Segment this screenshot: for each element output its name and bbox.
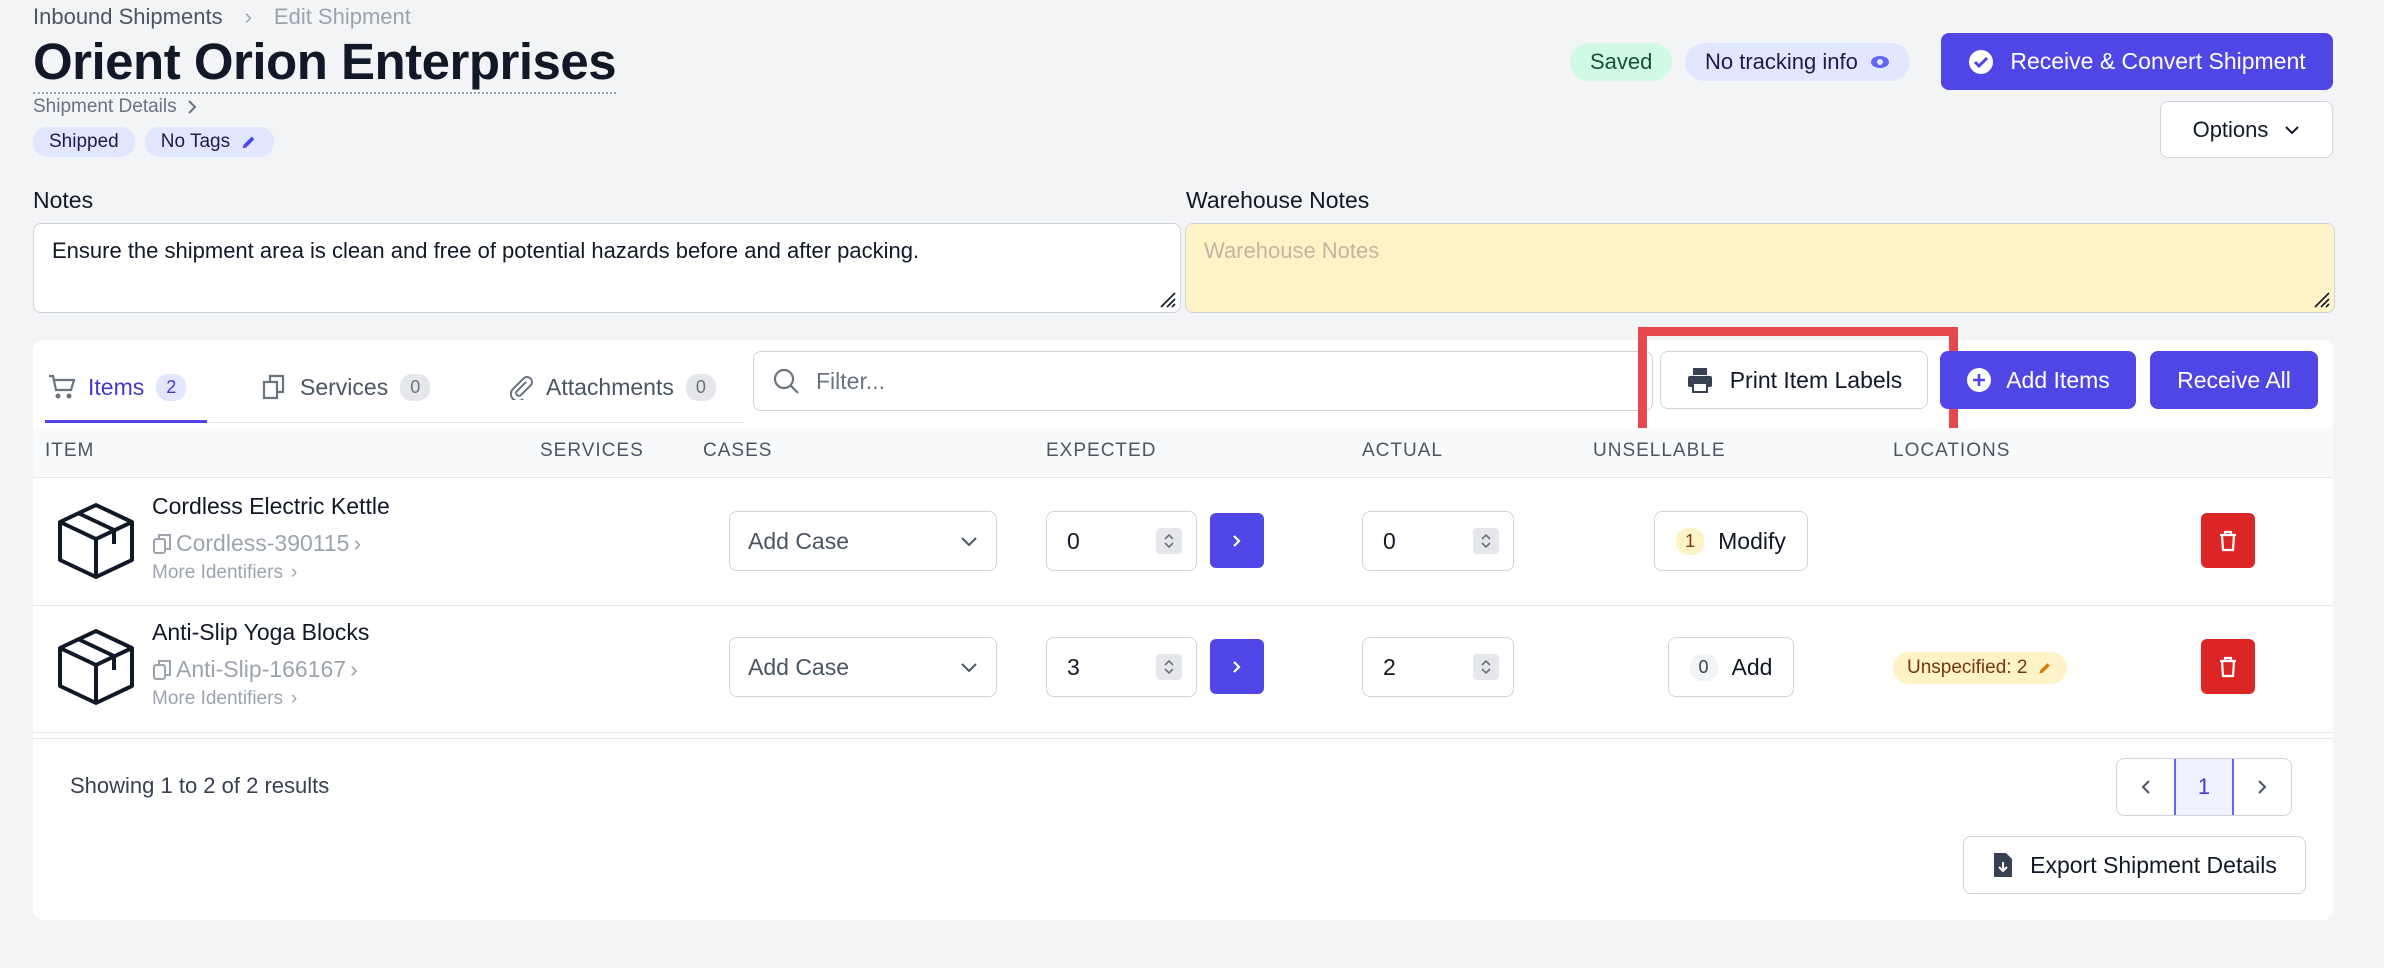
notes-textarea[interactable]: Ensure the shipment area is clean and fr… xyxy=(33,223,1181,313)
receive-convert-button[interactable]: Receive & Convert Shipment xyxy=(1941,33,2333,90)
prev-page-button[interactable] xyxy=(2117,759,2175,815)
results-summary: Showing 1 to 2 of 2 results xyxy=(70,773,330,798)
search-icon xyxy=(773,368,799,394)
chevron-right-icon xyxy=(1233,534,1241,547)
chevron-down-icon xyxy=(961,536,977,546)
item-name[interactable]: Cordless Electric Kettle xyxy=(152,493,390,520)
more-identifiers-link[interactable]: More Identifiers › xyxy=(152,562,297,584)
chevron-right-icon xyxy=(1233,660,1241,673)
chevron-right-icon: › xyxy=(350,656,358,682)
location-badge[interactable]: Unspecified: 2 xyxy=(1893,652,2068,684)
column-header-unsellable: UNSELLABLE xyxy=(1593,440,1726,461)
trash-icon xyxy=(2220,530,2236,551)
tags-button[interactable]: No Tags xyxy=(144,127,275,157)
stepper-icon[interactable] xyxy=(1473,654,1499,680)
apply-expected-button[interactable] xyxy=(1210,639,1264,694)
pagination: 1 xyxy=(2116,758,2292,816)
stepper-icon[interactable] xyxy=(1156,528,1182,554)
receive-all-button[interactable]: Receive All xyxy=(2150,351,2318,409)
row-divider xyxy=(33,732,2333,733)
trash-icon xyxy=(2220,656,2236,677)
plus-circle-icon xyxy=(1967,368,1992,392)
unsellable-count: 1 xyxy=(1676,527,1705,555)
stepper-icon[interactable] xyxy=(1473,528,1499,554)
stepper-icon[interactable] xyxy=(1156,654,1182,680)
chevron-right-icon xyxy=(2258,780,2267,794)
paperclip-icon xyxy=(509,376,533,400)
add-case-select[interactable]: Add Case xyxy=(729,637,997,697)
tab-attachments[interactable]: Attachments 0 xyxy=(508,352,716,422)
chevron-right-icon: › xyxy=(244,4,252,29)
export-shipment-details-button[interactable]: Export Shipment Details xyxy=(1963,836,2306,894)
next-page-button[interactable] xyxy=(2233,759,2291,815)
tracking-badge[interactable]: No tracking info xyxy=(1685,43,1910,81)
row-divider xyxy=(33,738,2333,739)
more-identifiers-link[interactable]: More Identifiers › xyxy=(152,688,297,710)
active-tab-indicator xyxy=(45,420,207,423)
warehouse-notes-textarea[interactable]: Warehouse Notes xyxy=(1185,223,2335,313)
check-circle-icon xyxy=(1969,49,1994,74)
expected-input[interactable]: 3 xyxy=(1046,637,1197,697)
column-header-item: ITEM xyxy=(45,440,95,461)
package-icon xyxy=(58,503,134,579)
notes-label: Notes xyxy=(33,187,94,213)
shopping-cart-icon xyxy=(49,374,76,399)
actual-input[interactable]: 0 xyxy=(1362,511,1514,571)
chevron-right-icon: › xyxy=(290,562,298,583)
chevron-left-icon xyxy=(2141,780,2150,794)
resize-handle-icon[interactable] xyxy=(1156,288,1176,308)
shipment-details-label: Shipment Details xyxy=(33,96,177,117)
options-dropdown[interactable]: Options xyxy=(2160,101,2333,158)
tab-services[interactable]: Services 0 xyxy=(262,352,431,422)
column-header-services: SERVICES xyxy=(540,440,644,461)
delete-row-button[interactable] xyxy=(2201,513,2255,568)
pencil-icon xyxy=(242,136,255,149)
item-name[interactable]: Anti-Slip Yoga Blocks xyxy=(152,619,369,646)
documents-icon xyxy=(262,374,285,400)
item-sku[interactable]: Cordless-390115 › xyxy=(152,530,361,557)
add-case-select[interactable]: Add Case xyxy=(729,511,997,571)
breadcrumb: Inbound Shipments › Edit Shipment xyxy=(33,4,411,30)
delete-row-button[interactable] xyxy=(2201,639,2255,694)
items-panel xyxy=(33,340,2333,920)
chevron-right-icon: › xyxy=(353,530,362,556)
apply-expected-button[interactable] xyxy=(1210,513,1264,568)
add-items-button[interactable]: Add Items xyxy=(1940,351,2136,409)
eye-icon xyxy=(1870,56,1889,68)
breadcrumb-current: Edit Shipment xyxy=(273,4,411,29)
filter-input[interactable]: Filter... xyxy=(753,351,1653,411)
chevron-right-icon: › xyxy=(290,688,298,709)
resize-handle-icon[interactable] xyxy=(2310,288,2330,308)
column-header-actual: ACTUAL xyxy=(1362,440,1443,461)
warehouse-notes-label: Warehouse Notes xyxy=(1186,187,1370,213)
page-title[interactable]: Orient Orion Enterprises xyxy=(33,32,617,94)
shipment-details-link[interactable]: Shipment Details xyxy=(33,96,197,118)
copy-icon xyxy=(153,659,171,680)
pencil-icon xyxy=(2039,663,2051,674)
breadcrumb-parent[interactable]: Inbound Shipments xyxy=(33,4,223,30)
file-download-icon xyxy=(1994,853,2013,877)
status-badge: Shipped xyxy=(33,127,135,157)
row-divider xyxy=(33,605,2333,606)
unsellable-count: 0 xyxy=(1689,653,1718,681)
add-unsellable-button[interactable]: 0 Add xyxy=(1668,637,1794,697)
chevron-down-icon xyxy=(2285,125,2300,134)
page-button-current[interactable]: 1 xyxy=(2174,759,2234,815)
expected-input[interactable]: 0 xyxy=(1046,511,1197,571)
chevron-down-icon xyxy=(961,662,977,672)
saved-badge: Saved xyxy=(1570,43,1673,81)
column-header-cases: CASES xyxy=(703,440,773,461)
tab-items[interactable]: Items 2 xyxy=(48,352,187,422)
actual-input[interactable]: 2 xyxy=(1362,637,1514,697)
column-header-locations: LOCATIONS xyxy=(1893,440,2011,461)
package-icon xyxy=(58,629,134,705)
column-header-expected: EXPECTED xyxy=(1046,440,1157,461)
item-sku[interactable]: Anti-Slip-166167 › xyxy=(152,656,358,683)
modify-unsellable-button[interactable]: 1 Modify xyxy=(1654,511,1808,571)
copy-icon xyxy=(153,533,171,554)
chevron-right-icon xyxy=(187,100,197,114)
tag-row: Shipped No Tags xyxy=(33,127,275,157)
